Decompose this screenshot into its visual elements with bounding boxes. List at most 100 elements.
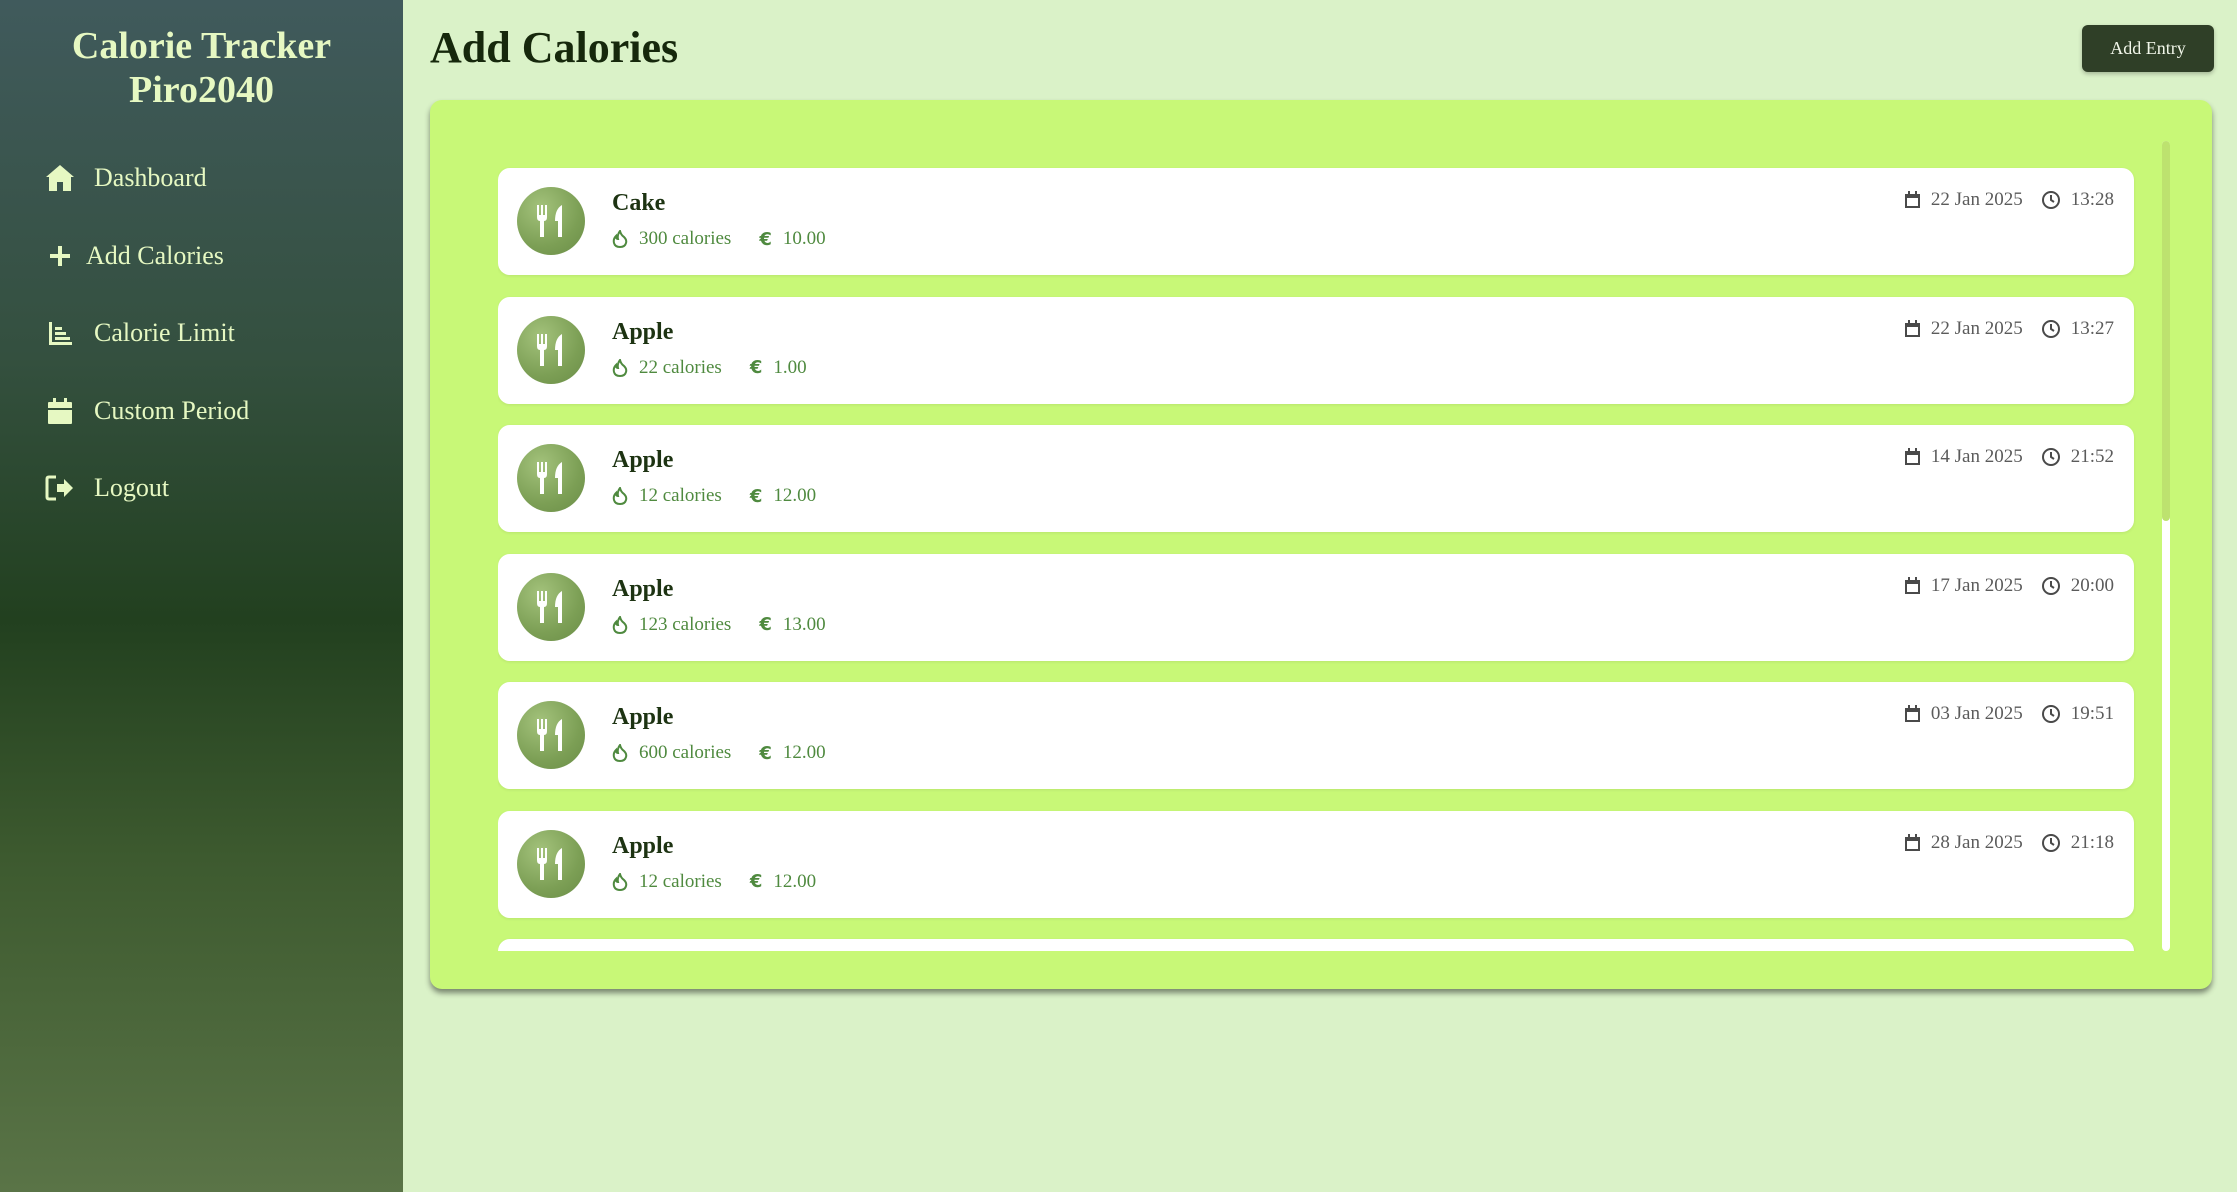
entry-meta: 12 calories € 12.00: [612, 485, 844, 507]
username: Piro2040: [129, 69, 274, 111]
entry-name: Apple: [612, 318, 674, 345]
utensils-icon: [517, 315, 585, 384]
entry-time: 13:28: [2070, 189, 2114, 210]
entry-price: 1.00: [773, 356, 807, 378]
sidebar-nav: Dashboard Add Calories Calorie Limit Cus…: [0, 156, 403, 510]
utensils-icon: [517, 829, 585, 898]
entry-name: Apple: [612, 447, 674, 473]
entry-card[interactable]: Apple 12 calories € 12.00 28 Jan 2025 21…: [498, 810, 2134, 918]
entry-meta: 300 calories € 10.00: [612, 228, 854, 250]
utensils-icon: [517, 444, 585, 512]
sidebar-item-label: Dashboard: [94, 163, 207, 192]
plus-icon: [44, 240, 76, 272]
fire-icon: [612, 487, 628, 505]
calendar-icon: [1904, 448, 1921, 466]
sidebar-item-label: Calorie Limit: [94, 318, 235, 347]
utensils-icon: [517, 701, 585, 769]
sidebar-item-label: Logout: [94, 473, 170, 502]
sidebar-item-dashboard[interactable]: Dashboard: [0, 156, 403, 200]
page-title: Add Calories: [430, 23, 679, 72]
entry-calories: 600 calories: [639, 742, 732, 763]
entry-datetime: 03 Jan 2025 19:51: [1886, 703, 2114, 725]
entry-name: Cake: [612, 190, 666, 216]
sidebar: Calorie Tracker Piro2040 Dashboard Add C…: [0, 0, 403, 1192]
entry-datetime: 14 Jan 2025 21:52: [1886, 446, 2114, 468]
entry-card[interactable]: Apple 12 calories € 12.00 14 Jan 2025 21…: [498, 425, 2134, 532]
entry-price: 13.00: [782, 613, 826, 635]
calendar-icon: [1904, 319, 1921, 338]
scrollbar-thumb[interactable]: [2162, 141, 2170, 521]
entry-card[interactable]: Cake 300 calories € 10.00 22 Jan 2025 13…: [498, 168, 2134, 275]
entry-date: 17 Jan 2025: [1930, 574, 2023, 596]
clock-icon: [2041, 704, 2061, 724]
logout-icon: [44, 472, 76, 504]
entry-time: 13:27: [2070, 317, 2114, 339]
entries-list[interactable]: Cake 300 calories € 10.00 22 Jan 2025 13…: [498, 140, 2180, 951]
clock-icon: [2041, 447, 2061, 467]
clock-icon: [2041, 190, 2061, 210]
entry-name: Apple: [612, 704, 674, 730]
sidebar-item-calorie-limit[interactable]: Calorie Limit: [0, 311, 403, 355]
entry-time: 21:52: [2070, 446, 2114, 467]
entry-card[interactable]: Apple 22 calories € 1.00 22 Jan 2025 13:…: [498, 296, 2134, 404]
entries-panel: Cake 300 calories € 10.00 22 Jan 2025 13…: [430, 100, 2212, 989]
clock-icon: [2041, 576, 2061, 596]
entry-datetime: 17 Jan 2025 20:00: [1886, 575, 2114, 597]
entry-calories: 12 calories: [639, 870, 722, 892]
entry-meta: 22 calories € 1.00: [612, 357, 835, 379]
entry-card[interactable]: Apple 123 calories € 13.00 17 Jan 2025 2…: [498, 553, 2134, 661]
entry-price: 10.00: [782, 228, 826, 249]
entry-date: 22 Jan 2025: [1930, 189, 2023, 210]
entry-calories: 12 calories: [639, 485, 722, 506]
entry-date: 03 Jan 2025: [1930, 703, 2023, 724]
clock-icon: [2041, 319, 2061, 339]
sidebar-item-add-calories[interactable]: Add Calories: [0, 234, 403, 278]
entry-calories: 22 calories: [639, 356, 722, 378]
entry-time: 21:18: [2070, 831, 2114, 853]
entry-calories: 300 calories: [639, 228, 732, 249]
sidebar-item-custom-period[interactable]: Custom Period: [0, 389, 403, 433]
entry-meta: 600 calories € 12.00: [612, 742, 854, 764]
entry-date: 28 Jan 2025: [1930, 831, 2023, 853]
sidebar-item-label: Add Calories: [86, 240, 224, 270]
entry-card[interactable]: Apple 600 calories € 12.00 03 Jan 2025 1…: [498, 682, 2134, 789]
entry-price: 12.00: [782, 742, 826, 763]
euro-icon: €: [749, 357, 763, 378]
euro-icon: €: [759, 742, 772, 764]
app-title: Calorie Tracker: [71, 25, 332, 67]
bar-chart-icon: [44, 317, 76, 349]
fire-icon: [612, 615, 628, 634]
entry-price: 12.00: [773, 870, 817, 892]
entry-date: 22 Jan 2025: [1930, 317, 2023, 339]
calendar-icon: [1904, 705, 1921, 723]
fire-icon: [612, 358, 628, 377]
euro-icon: €: [749, 485, 763, 507]
entry-meta: 12 calories € 12.00: [612, 871, 844, 893]
entry-name: Apple: [612, 575, 674, 602]
entry-time: 19:51: [2070, 703, 2114, 724]
entry-price: 12.00: [773, 485, 817, 506]
calendar-icon: [44, 395, 76, 427]
calendar-icon: [1904, 576, 1921, 595]
calendar-icon: [1904, 833, 1921, 852]
utensils-icon: [517, 187, 585, 255]
entry-datetime: 22 Jan 2025 13:27: [1886, 318, 2114, 340]
entry-calories: 123 calories: [639, 613, 732, 635]
sidebar-item-logout[interactable]: Logout: [0, 466, 403, 510]
euro-icon: €: [749, 871, 763, 892]
scrollbar-track[interactable]: [2162, 141, 2170, 951]
home-icon: [44, 162, 76, 194]
fire-icon: [612, 744, 628, 762]
entry-meta: 123 calories € 13.00: [612, 614, 854, 636]
entry-date: 14 Jan 2025: [1930, 446, 2023, 467]
fire-icon: [612, 872, 628, 891]
fire-icon: [612, 230, 628, 248]
sidebar-item-label: Custom Period: [94, 395, 250, 425]
entry-datetime: 28 Jan 2025 21:18: [1886, 832, 2114, 854]
euro-icon: €: [759, 228, 772, 250]
entry-card[interactable]: [498, 939, 2134, 951]
add-entry-button[interactable]: Add Entry: [2082, 25, 2214, 72]
app-brand: Calorie Tracker Piro2040: [0, 24, 403, 112]
entry-datetime: 22 Jan 2025 13:28: [1886, 189, 2114, 211]
euro-icon: €: [759, 614, 772, 635]
